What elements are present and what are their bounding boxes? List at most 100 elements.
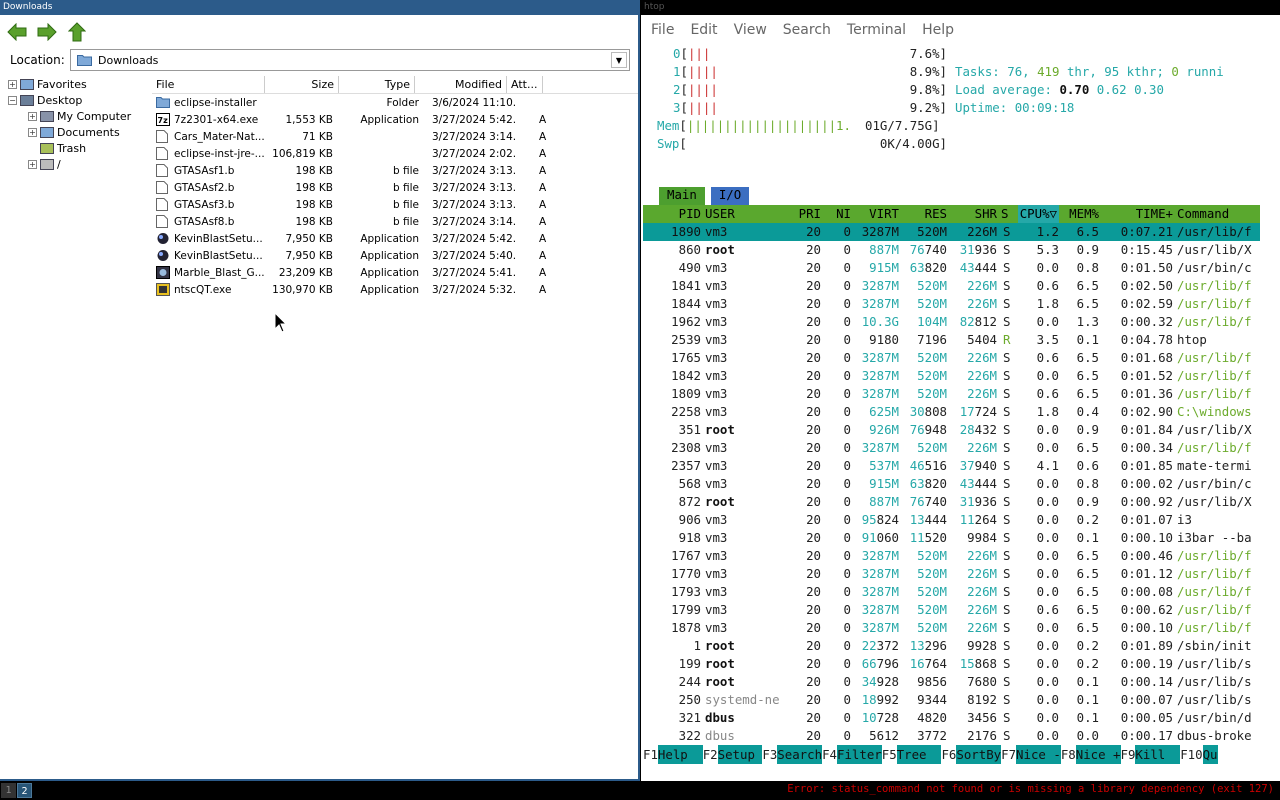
process-row[interactable]: 2308 vm3 20 0 3287M 520M 226M S 0.0 6.5 0:00.34/us…	[643, 439, 1260, 457]
expander-icon[interactable]: +	[28, 159, 37, 169]
process-row[interactable]: 918 vm3 20 0 91060 11520 9984 S 0.0 0.1 0:00.10 i3b…	[643, 529, 1260, 547]
back-button[interactable]	[6, 21, 28, 43]
file-row[interactable]: Marble_Blast_G... 23,209 KB Application 3/2…	[152, 264, 638, 281]
process-cell: 860	[678, 242, 701, 257]
process-row[interactable]: 1765 vm3 20 0 3287M 520M 226M S 0.6 6.5 0:01.68/us…	[643, 349, 1260, 367]
expander-icon[interactable]: +	[8, 79, 17, 89]
file-row[interactable]: ntscQT.exe 130,970 KB Application 3/27/2024…	[152, 281, 638, 298]
column-type[interactable]: Type	[339, 76, 415, 93]
process-row[interactable]: 1878 vm3 20 0 3287M 520M 226M S 0.0 6.5 0:00.10/us…	[643, 619, 1260, 637]
process-row[interactable]: 2258 vm3 20 0 625M 30808 17724 S 1.8 0.4 0:02.90 C:…	[643, 403, 1260, 421]
file-row[interactable]: eclipse-installer Folder 3/6/2024 11:10...	[152, 94, 638, 111]
tab-io[interactable]: I/O	[710, 187, 750, 205]
workspace-2-button[interactable]: 2	[17, 783, 32, 798]
process-row[interactable]: 1 root 20 0 22372 13296 9928 S 0.0 0.2 0:01.89/sbi…	[643, 637, 1260, 655]
fkey-f5[interactable]: F5Tree	[882, 745, 942, 764]
column-virt[interactable]: VIRT	[869, 205, 899, 223]
location-dropdown-button[interactable]: ▼	[611, 52, 627, 68]
column-attributes[interactable]: Att...	[507, 76, 543, 93]
process-row[interactable]: 1799 vm3 20 0 3287M 520M 226M S 0.6 6.5 0:00.62/us…	[643, 601, 1260, 619]
column-shr[interactable]: SHR	[975, 205, 997, 223]
process-row[interactable]: 1841 vm3 20 0 3287M 520M 226M S 0.6 6.5 0:02.50/us…	[643, 277, 1260, 295]
fkey-f3[interactable]: F3Search	[762, 745, 823, 764]
column-mem[interactable]: MEM%	[1069, 205, 1099, 223]
tree-node-trash[interactable]: Trash	[0, 140, 152, 156]
fkey-f9[interactable]: F9Kill	[1121, 745, 1181, 764]
process-row[interactable]: 244 root 20 0 34928 9856 7680 S 0.0 0.1 0:00.14/us…	[643, 673, 1260, 691]
process-row[interactable]: 872 root 20 0 887M 76740 31936 S 0.0 0.9 0:00.92/u…	[643, 493, 1260, 511]
expander-icon[interactable]: −	[8, 95, 17, 105]
workspace-1-button[interactable]: 1	[1, 783, 16, 798]
fkey-f7[interactable]: F7Nice -	[1001, 745, 1061, 764]
process-row[interactable]: 1844 vm3 20 0 3287M 520M 226M S 1.8 6.5 0:02.59/us…	[643, 295, 1260, 313]
process-row[interactable]: 568 vm3 20 0 915M 63820 43444 S 0.0 0.8 0:00.02/us…	[643, 475, 1260, 493]
location-input[interactable]: Downloads ▼	[70, 49, 630, 71]
file-row[interactable]: GTASAsf2.b 198 KB b file 3/27/2024 3:13... A	[152, 179, 638, 196]
column-pri[interactable]: PRI	[799, 205, 821, 223]
tree-node-documents[interactable]: + Documents	[0, 124, 152, 140]
file-row[interactable]: GTASAsf3.b 198 KB b file 3/27/2024 3:13... A	[152, 196, 638, 213]
file-row[interactable]: GTASAsf1.b 198 KB b file 3/27/2024 3:13... A	[152, 162, 638, 179]
process-cell: 0.8	[1076, 260, 1099, 275]
process-row[interactable]: 1767 vm3 20 0 3287M 520M 226M S 0.0 6.5 0:00.46/us…	[643, 547, 1260, 565]
column-res[interactable]: RES	[925, 205, 947, 223]
process-cell: 0.0	[1036, 314, 1059, 329]
fkey-f2[interactable]: F2Setup	[703, 745, 763, 764]
column-ni[interactable]: NI	[836, 205, 851, 223]
menu-file[interactable]: File	[651, 22, 674, 38]
column-file[interactable]: File	[152, 76, 265, 93]
file-row[interactable]: eclipse-inst-jre-... 106,819 KB 3/27/2024 …	[152, 145, 638, 162]
menu-search[interactable]: Search	[783, 22, 831, 38]
expander-icon[interactable]: +	[28, 111, 37, 121]
file-row[interactable]: KevinBlastSetu... 7,950 KB Application 3/27…	[152, 230, 638, 247]
process-row[interactable]: 321 dbus 20 0 10728 4820 3456 S 0.0 0.1 0:00.05/us…	[643, 709, 1260, 727]
menu-help[interactable]: Help	[922, 22, 954, 38]
menu-view[interactable]: View	[734, 22, 767, 38]
fkey-f1[interactable]: F1Help	[643, 745, 703, 764]
column-user[interactable]: USER	[705, 205, 735, 223]
fkey-f4[interactable]: F4Filter	[822, 745, 882, 764]
process-row[interactable]: 1809 vm3 20 0 3287M 520M 226M S 0.6 6.5 0:01.36/us…	[643, 385, 1260, 403]
process-row[interactable]: 2539 vm3 20 0 9180 7196 5404 R 3.5 0.1 0:04.78 htop	[643, 331, 1260, 349]
process-row[interactable]: 906 vm3 20 0 95824 13444 11264 S 0.0 0.2 0:01.07 i3	[643, 511, 1260, 529]
tree-node-[interactable]: + /	[0, 156, 152, 172]
tree-node-desktop[interactable]: − Desktop	[0, 92, 152, 108]
file-row[interactable]: Cars_Mater-Nat... 71 KB 3/27/2024 3:14... A	[152, 128, 638, 145]
process-row[interactable]: 490 vm3 20 0 915M 63820 43444 S 0.0 0.8 0:01.50/us…	[643, 259, 1260, 277]
forward-button[interactable]	[36, 21, 58, 43]
column-time[interactable]: TIME+	[1136, 205, 1173, 223]
menu-terminal[interactable]: Terminal	[847, 22, 906, 38]
tree-node-favorites[interactable]: + Favorites	[0, 76, 152, 92]
process-row[interactable]: 1962 vm3 20 0 10.3G 104M 82812 S 0.0 1.3 0:00.32/u…	[643, 313, 1260, 331]
column-modified[interactable]: Modified	[415, 76, 507, 93]
process-cell: 226M	[967, 368, 997, 383]
process-row[interactable]: 2357 vm3 20 0 537M 46516 37940 S 4.1 0.6 0:01.85 ma…	[643, 457, 1260, 475]
fkey-f6[interactable]: F6SortBy	[941, 745, 1002, 764]
column-cpu[interactable]: CPU%▽	[1017, 205, 1059, 223]
process-row[interactable]: 351 root 20 0 926M 76948 28432 S 0.0 0.9 0:01.84/u…	[643, 421, 1260, 439]
menu-edit[interactable]: Edit	[690, 22, 717, 38]
file-row[interactable]: 7z 7z2301-x64.exe 1,553 KB Application 3/27/…	[152, 111, 638, 128]
process-cell: R	[1003, 332, 1011, 347]
column-command[interactable]: Command	[1177, 205, 1229, 223]
file-row[interactable]: GTASAsf8.b 198 KB b file 3/27/2024 3:14... A	[152, 213, 638, 230]
process-row[interactable]: 1890 vm3 20 0 3287M 520M 226M S 1.2 6.5 0:07.21/us…	[643, 223, 1260, 241]
up-button[interactable]	[66, 21, 88, 43]
tab-main[interactable]: Main	[659, 187, 705, 205]
fkey-f10[interactable]: F10Qu	[1180, 745, 1218, 764]
tree-node-my-computer[interactable]: + My Computer	[0, 108, 152, 124]
file-type: Application	[360, 283, 419, 296]
column-s[interactable]: S	[1001, 205, 1008, 223]
fkey-f8[interactable]: F8Nice +	[1061, 745, 1121, 764]
process-row[interactable]: 860 root 20 0 887M 76740 31936 S 5.3 0.9 0:15.45/u…	[643, 241, 1260, 259]
expander-icon[interactable]: +	[28, 127, 37, 137]
process-row[interactable]: 250 systemd-ne 20 0 18992 9344 8192 S 0.0 0.1 0:00…	[643, 691, 1260, 709]
process-row[interactable]: 1770 vm3 20 0 3287M 520M 226M S 0.0 6.5 0:01.12/us…	[643, 565, 1260, 583]
column-pid[interactable]: PID	[679, 205, 701, 223]
file-row[interactable]: KevinBlastSetu... 7,950 KB Application 3/27…	[152, 247, 638, 264]
process-row[interactable]: 199 root 20 0 66796 16764 15868 S 0.0 0.2 0:00.19 /…	[643, 655, 1260, 673]
process-row[interactable]: 1842 vm3 20 0 3287M 520M 226M S 0.0 6.5 0:01.52/us…	[643, 367, 1260, 385]
column-size[interactable]: Size	[265, 76, 339, 93]
process-row[interactable]: 322 dbus 20 0 5612 3772 2176 S 0.0 0.0 0:00.17 dbus…	[643, 727, 1260, 745]
process-row[interactable]: 1793 vm3 20 0 3287M 520M 226M S 0.0 6.5 0:00.08/us…	[643, 583, 1260, 601]
